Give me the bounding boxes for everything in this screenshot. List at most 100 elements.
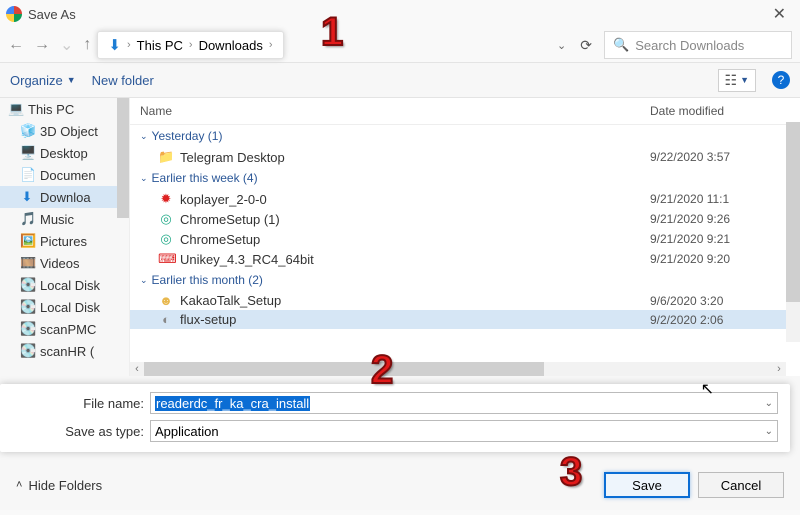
tree-item[interactable]: 💻 This PC [0,98,129,120]
downloads-folder-icon: ⬇ [108,36,121,54]
group-header[interactable]: ⌄Yesterday (1) [130,125,800,147]
refresh-icon[interactable]: ⟳ [580,37,592,54]
close-button[interactable]: ✕ [765,4,794,24]
nav-row: ← → ⌄ ↑ ⬇ › This PC › Downloads › ⌄ ⟳ 🔍 … [0,28,800,62]
tree-label: Desktop [40,146,88,161]
folder-icon: 🧊 [20,123,34,139]
chevron-down-icon[interactable]: ⌄ [765,398,773,409]
tree-scrollbar-thumb[interactable] [117,98,129,218]
tree-item[interactable]: 🎵Music [0,208,129,230]
chevron-right-icon: › [269,39,273,51]
saveastype-select[interactable]: Application ⌄ [150,420,778,442]
scrollbar-thumb[interactable] [144,362,544,376]
folder-icon: 🖥️ [20,145,34,161]
file-icon: ⌨ [158,251,174,267]
tree-item[interactable]: ⬇Downloa [0,186,129,208]
file-date: 9/21/2020 9:21 [650,232,790,246]
address-dropdown-icon[interactable]: ⌄ [557,39,566,52]
file-icon: ◎ [158,231,174,247]
folder-icon: ⬇ [20,189,34,205]
scroll-right-icon[interactable]: › [772,363,786,375]
saveastype-label: Save as type: [54,424,144,439]
tree-item[interactable]: 💽scanPMC [0,318,129,340]
scroll-left-icon[interactable]: ‹ [130,363,144,375]
group-title: Earlier this month (2) [152,273,263,287]
file-date: 9/6/2020 3:20 [650,294,790,308]
forward-icon[interactable]: → [34,36,50,54]
breadcrumb[interactable]: ⬇ › This PC › Downloads › [97,31,283,59]
search-placeholder: Search Downloads [635,38,744,53]
save-button[interactable]: Save [604,472,690,498]
saveastype-value: Application [155,424,773,439]
file-date: 9/21/2020 11:1 [650,192,790,206]
group-header[interactable]: ⌄ Earlier this month (2) [130,269,800,291]
tree-item[interactable]: 🖥️ Desktop [0,142,129,164]
folder-icon: 💽 [20,277,34,293]
group-title: Yesterday (1) [152,129,223,143]
folder-icon: 💽 [20,321,34,337]
file-row[interactable]: ◐ flux-setup9/2/2020 2:06 [130,310,800,329]
col-date[interactable]: Date modified [650,104,790,118]
file-name: koplayer_2-0-0 [180,192,650,207]
tree-item[interactable]: 💽scanHR ( [0,340,129,362]
chevron-down-icon: ⌄ [140,275,148,286]
tree-item[interactable]: 📄Documen [0,164,129,186]
cancel-button[interactable]: Cancel [698,472,784,498]
scrollbar-thumb[interactable] [786,122,800,302]
folder-tree[interactable]: 💻 This PC 🧊 3D Object 🖥️ Desktop 📄Documen⬇Down… [0,98,130,376]
breadcrumb-downloads[interactable]: Downloads [199,38,263,53]
file-row[interactable]: ✹koplayer_2-0-09/21/2020 11:1 [130,189,800,209]
tree-item[interactable]: 🧊 3D Object [0,120,129,142]
file-list[interactable]: Name Date modified ⌄Yesterday (1)📁Telegr… [130,98,800,376]
folder-icon: 💻 [8,101,22,117]
file-row[interactable]: 📁Telegram Desktop9/22/2020 3:57 [130,147,800,167]
help-button[interactable]: ? [772,71,790,89]
back-icon[interactable]: ← [8,36,24,54]
vertical-scrollbar[interactable] [786,122,800,342]
file-name: Unikey_4.3_RC4_64bit [180,252,650,267]
dialog-title: Save As [28,7,76,22]
new-folder-button[interactable]: New folder [92,73,154,88]
file-row[interactable]: ◎ChromeSetup (1)9/21/2020 9:26 [130,209,800,229]
folder-icon: 🎵 [20,211,34,227]
tree-label: 3D Object [40,124,98,139]
tree-item[interactable]: 🖼️Pictures [0,230,129,252]
search-icon: 🔍 [613,37,629,53]
file-row[interactable]: ⌨Unikey_4.3_RC4_64bit9/21/2020 9:20 [130,249,800,269]
view-menu[interactable]: ☷ ▼ [718,69,756,92]
caret-up-icon: ˄ [16,479,22,491]
organize-label: Organize [10,73,63,88]
organize-menu[interactable]: Organize ▼ [10,73,76,88]
file-row[interactable]: ◎ ChromeSetup9/21/2020 9:21 [130,229,800,249]
chevron-down-icon: ▼ [740,75,749,85]
file-icon: ◐ [158,312,174,327]
tree-item[interactable]: 💽Local Disk [0,296,129,318]
file-date: 9/2/2020 2:06 [650,313,790,327]
col-name[interactable]: Name [140,104,650,118]
file-icon: 📁 [158,149,174,165]
up-icon[interactable]: ↑ [83,36,91,54]
fields-area: File name: readerdc_fr_ka_cra_install ⌄ … [0,376,800,460]
tree-item[interactable]: 💽Local Disk [0,274,129,296]
group-header[interactable]: ⌄Earlier this week (4) [130,167,800,189]
file-icon: ☻ [158,293,174,308]
file-name: KakaoTalk_Setup [180,293,650,308]
tree-label: Pictures [40,234,87,249]
chevron-down-icon[interactable]: ⌄ [765,426,773,437]
column-headers[interactable]: Name Date modified [130,98,800,125]
horizontal-scrollbar[interactable]: ‹ › [130,362,786,376]
file-date: 9/22/2020 3:57 [650,150,790,164]
search-input[interactable]: 🔍 Search Downloads [604,31,792,59]
titlebar: Save As ✕ [0,0,800,28]
file-name: ChromeSetup [180,232,650,247]
file-row[interactable]: ☻ KakaoTalk_Setup9/6/2020 3:20 [130,291,800,310]
breadcrumb-this-pc[interactable]: This PC [137,38,183,53]
file-name: flux-setup [180,312,650,327]
tree-item[interactable]: 🎞️Videos [0,252,129,274]
chevron-down-icon: ▼ [67,75,76,85]
filename-input[interactable]: readerdc_fr_ka_cra_install ⌄ [150,392,778,414]
file-name: ChromeSetup (1) [180,212,650,227]
tree-label: This PC [28,102,74,117]
tree-label: Local Disk [40,300,100,315]
hide-folders-toggle[interactable]: ˄ Hide Folders [16,478,102,493]
